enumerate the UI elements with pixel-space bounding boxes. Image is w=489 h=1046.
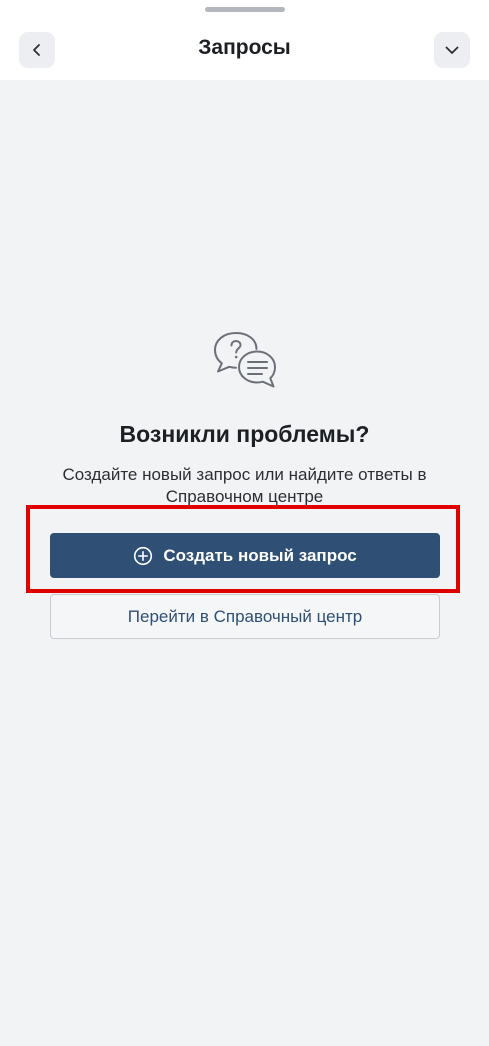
chevron-down-icon: [445, 46, 459, 54]
header: Запросы: [0, 0, 489, 80]
help-center-button[interactable]: Перейти в Справочный центр: [50, 594, 440, 639]
create-request-button[interactable]: Создать новый запрос: [50, 533, 440, 578]
empty-state-description: Создайте новый запрос или найдите ответы…: [62, 465, 427, 506]
page-title: Запросы: [198, 36, 291, 59]
create-request-label: Создать новый запрос: [163, 545, 357, 565]
chat-question-icon: [214, 332, 276, 388]
plus-circle-icon: [134, 546, 153, 565]
drag-handle[interactable]: [205, 7, 285, 12]
collapse-button[interactable]: [434, 32, 470, 68]
empty-state-title: Возникли проблемы?: [119, 421, 370, 447]
help-center-label: Перейти в Справочный центр: [127, 606, 363, 626]
